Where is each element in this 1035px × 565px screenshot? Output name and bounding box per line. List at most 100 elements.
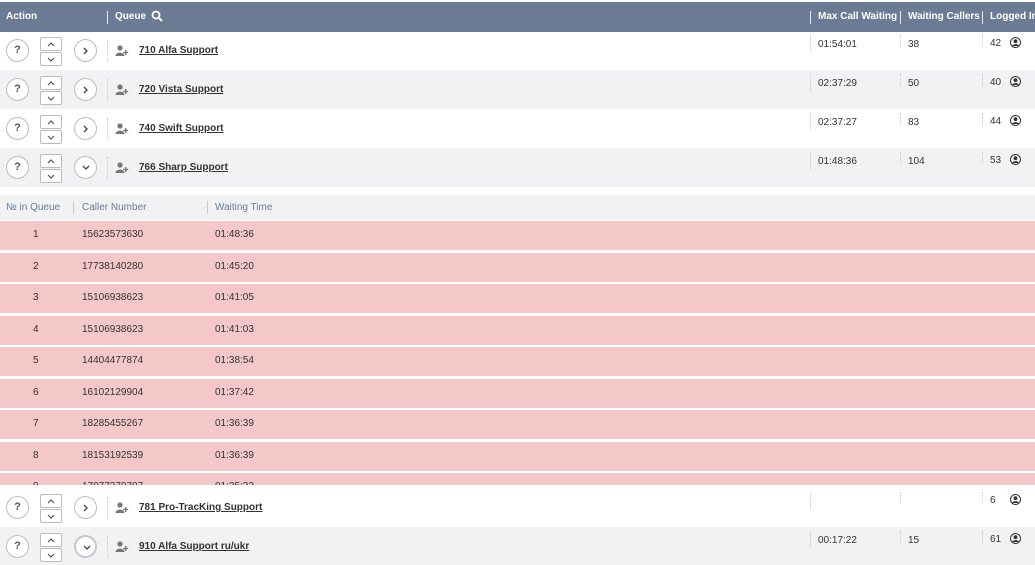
queue-row[interactable]: ? 740 Swift Support 02:37:27 83 44: [0, 109, 1035, 148]
expand-button[interactable]: [74, 78, 97, 101]
waiting-callers-value: 104: [908, 156, 925, 167]
queue-position: 8: [33, 449, 39, 461]
queue-name-link[interactable]: 781 Pro-TracKing Support: [139, 502, 262, 513]
column-separator: [810, 492, 811, 509]
waiting-callers-value: 50: [908, 78, 920, 89]
queue-name-link[interactable]: 910 Alfa Support ru/ukr: [139, 541, 249, 552]
header-waiting-callers[interactable]: Waiting Callers: [908, 11, 980, 22]
help-button[interactable]: ?: [6, 117, 29, 140]
expand-button[interactable]: [74, 39, 97, 62]
expand-button[interactable]: [74, 496, 97, 519]
queue-position: 4: [33, 323, 39, 335]
caller-row: 6 16102129904 01:37:42: [0, 378, 1035, 408]
add-agent-icon[interactable]: [115, 45, 129, 56]
max-call-waiting-value: 01:54:01: [818, 39, 857, 50]
caller-row: 2 17738140280 01:45:20: [0, 252, 1035, 282]
queue-row[interactable]: ? 766 Sharp Support 01:48:36 104 53: [0, 148, 1035, 187]
header-separator: [982, 11, 983, 24]
column-separator: [900, 113, 901, 125]
column-separator: [107, 79, 108, 101]
column-separator: [982, 74, 983, 86]
user-icon[interactable]: [1010, 76, 1021, 87]
queue-row[interactable]: ? 720 Vista Support 02:37:29 50 40: [0, 70, 1035, 109]
help-button[interactable]: ?: [6, 496, 29, 519]
add-agent-icon[interactable]: [115, 84, 129, 95]
move-down-button[interactable]: [40, 91, 62, 105]
move-up-button[interactable]: [40, 115, 62, 129]
column-separator: [107, 40, 108, 62]
queue-position: 7: [33, 418, 39, 429]
queue-row[interactable]: ? 910 Alfa Support ru/ukr 00:17:22 15 61: [0, 527, 1035, 565]
waiting-time: 01:45:20: [215, 260, 254, 272]
help-button[interactable]: ?: [6, 39, 29, 62]
move-up-button[interactable]: [40, 76, 62, 90]
help-button[interactable]: ?: [6, 156, 29, 179]
queue-position: 5: [33, 355, 39, 366]
column-separator: [900, 531, 901, 543]
column-separator: [982, 35, 983, 47]
expand-button[interactable]: [74, 117, 97, 140]
user-icon[interactable]: [1010, 115, 1021, 126]
user-icon[interactable]: [1010, 154, 1021, 165]
column-separator: [107, 536, 108, 558]
collapse-button[interactable]: [74, 156, 97, 179]
logged-in-value: 61: [990, 534, 1002, 545]
add-agent-icon[interactable]: [115, 502, 129, 513]
move-up-button[interactable]: [40, 494, 62, 508]
header-separator: [900, 11, 901, 24]
add-agent-icon[interactable]: [115, 541, 129, 552]
queue-position: 3: [33, 292, 39, 303]
header-queue[interactable]: Queue: [115, 11, 146, 22]
waiting-time: 01:41:03: [215, 323, 254, 335]
column-position: № in Queue: [6, 202, 61, 213]
logged-in-value: 40: [990, 77, 1002, 88]
waiting-time: 01:37:42: [215, 386, 254, 398]
column-separator: [982, 492, 983, 504]
waiting-time: 01:35:32: [215, 481, 254, 485]
collapse-button[interactable]: [74, 535, 97, 558]
queue-name-link[interactable]: 766 Sharp Support: [139, 162, 228, 173]
waiting-callers-value: 38: [908, 39, 920, 50]
user-icon[interactable]: [1010, 494, 1021, 505]
caller-row: 5 14404477874 01:38:54: [0, 347, 1035, 376]
search-icon[interactable]: [151, 10, 163, 22]
max-call-waiting-value: 01:48:36: [818, 156, 857, 167]
user-icon[interactable]: [1010, 533, 1021, 544]
move-up-button[interactable]: [40, 154, 62, 168]
logged-in-value: 6: [990, 495, 996, 506]
add-agent-icon[interactable]: [115, 162, 129, 173]
queue-row[interactable]: ? 710 Alfa Support 01:54:01 38 42: [0, 31, 1035, 70]
move-down-button[interactable]: [40, 169, 62, 183]
column-separator: [810, 113, 811, 130]
column-separator: [982, 152, 983, 164]
waiting-time: 01:36:39: [215, 449, 254, 461]
move-down-button[interactable]: [40, 548, 62, 562]
help-button[interactable]: ?: [6, 78, 29, 101]
move-up-button[interactable]: [40, 533, 62, 547]
move-down-button[interactable]: [40, 509, 62, 523]
caller-number: 17738140280: [82, 260, 144, 272]
column-separator: [810, 35, 811, 52]
queue-position: 2: [33, 260, 39, 272]
queue-name-link[interactable]: 740 Swift Support: [139, 123, 223, 134]
caller-number: 17077370707: [82, 481, 143, 485]
move-up-button[interactable]: [40, 37, 62, 51]
logged-in-value: 42: [990, 38, 1002, 49]
caller-list[interactable]: 1 15623573630 01:48:36 2 17738140280 01:45:20…: [0, 221, 1035, 485]
user-icon[interactable]: [1010, 37, 1021, 48]
column-separator: [107, 497, 108, 519]
queue-row[interactable]: ? 781 Pro-TracKing Support 6: [0, 488, 1035, 527]
waiting-time: 01:41:05: [215, 292, 254, 303]
move-down-button[interactable]: [40, 130, 62, 144]
queue-name-link[interactable]: 720 Vista Support: [139, 84, 223, 95]
queue-position: 9: [33, 481, 39, 485]
column-separator: [810, 531, 811, 548]
queue-name-link[interactable]: 710 Alfa Support: [139, 45, 218, 56]
add-agent-icon[interactable]: [115, 123, 129, 134]
max-call-waiting-value: 02:37:27: [818, 117, 857, 128]
help-button[interactable]: ?: [6, 535, 29, 558]
header-max-call-waiting[interactable]: Max Call Waiting: [818, 11, 897, 22]
caller-row: 4 15106938623 01:41:03: [0, 315, 1035, 345]
header-logged-in[interactable]: Logged In: [990, 11, 1035, 22]
move-down-button[interactable]: [40, 52, 62, 66]
